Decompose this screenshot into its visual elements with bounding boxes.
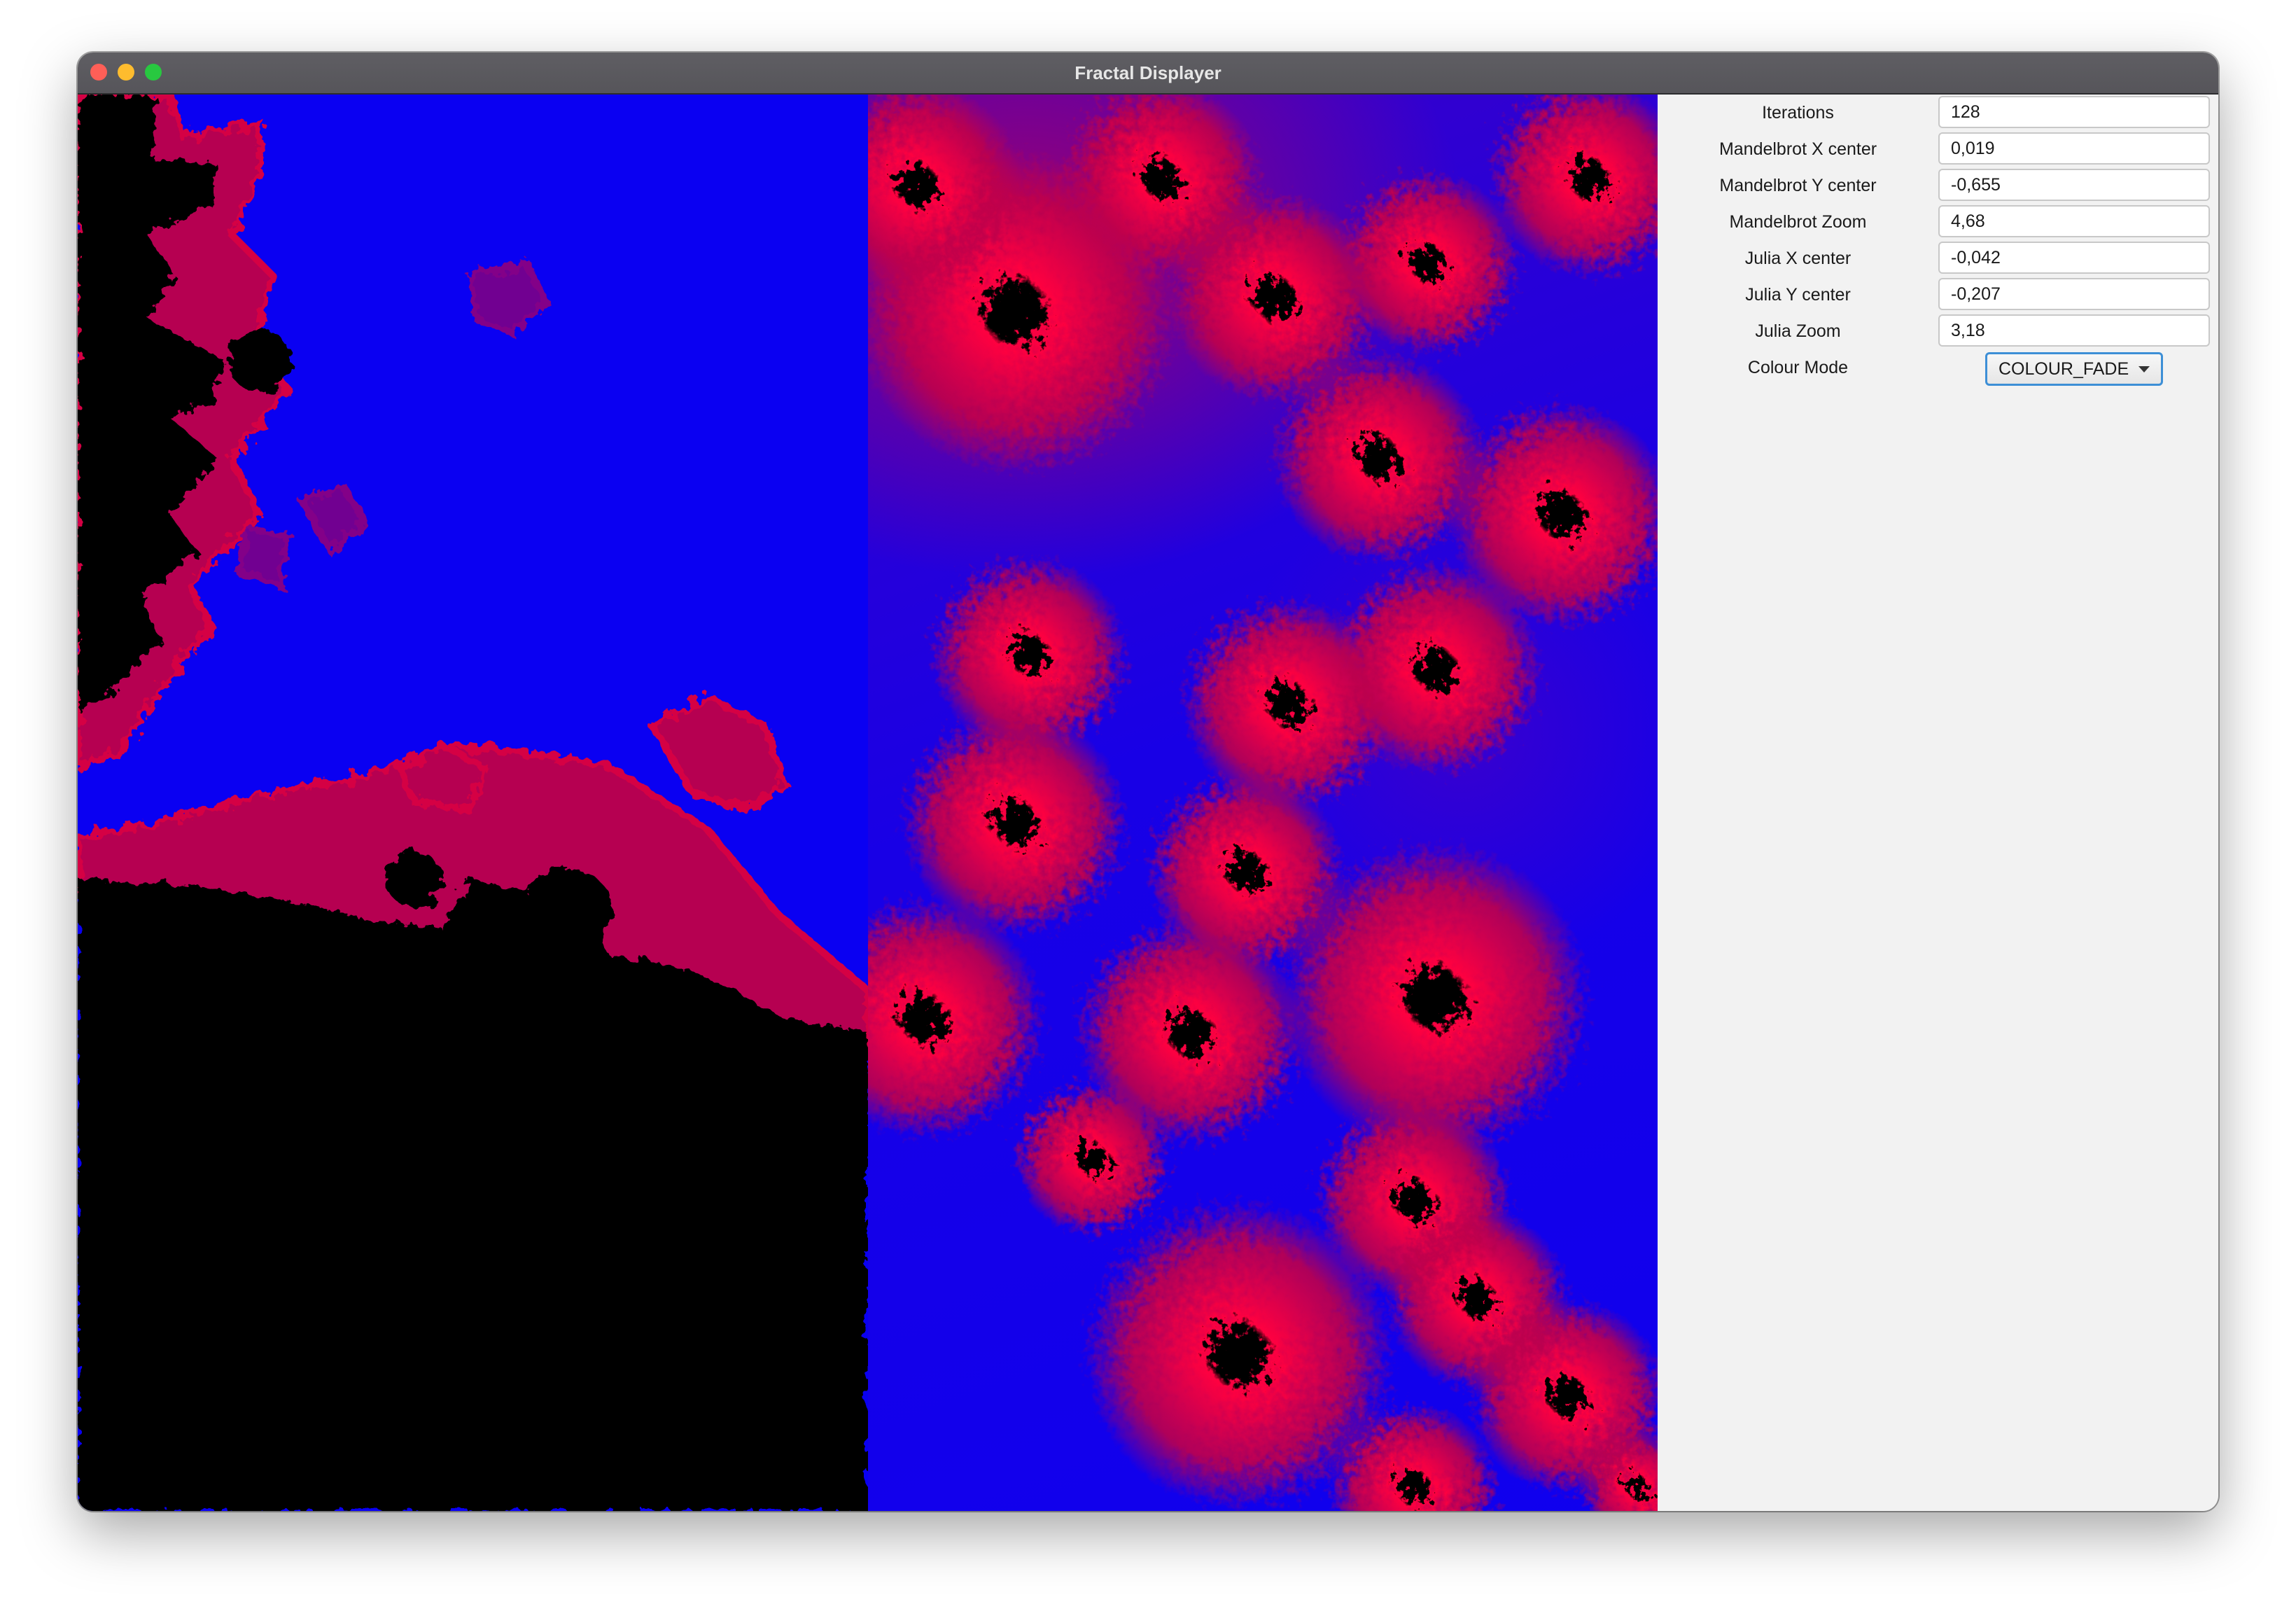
julia-zoom-label: Julia Zoom xyxy=(1755,321,1841,341)
app-window: Fractal Displayer Iterations 128 Mandelb… xyxy=(78,53,2218,1511)
julia-y-row: Julia Y center -0,207 xyxy=(1658,277,2218,313)
colour-mode-value: COLOUR_FADE xyxy=(1998,359,2129,379)
mandelbrot-x-row: Mandelbrot X center 0,019 xyxy=(1658,131,2218,167)
colour-mode-dropdown[interactable]: COLOUR_FADE xyxy=(1985,352,2163,386)
mandelbrot-zoom-row: Mandelbrot Zoom 4,68 xyxy=(1658,204,2218,240)
julia-y-field[interactable]: -0,207 xyxy=(1938,278,2210,310)
mandelbrot-y-label: Mandelbrot Y center xyxy=(1719,176,1877,195)
mandelbrot-zoom-field[interactable]: 4,68 xyxy=(1938,205,2210,237)
controls-panel: Iterations 128 Mandelbrot X center 0,019… xyxy=(1658,95,2218,1511)
colour-mode-row: Colour Mode COLOUR_FADE xyxy=(1658,349,2218,386)
mandelbrot-y-row: Mandelbrot Y center -0,655 xyxy=(1658,167,2218,204)
title-bar[interactable]: Fractal Displayer xyxy=(78,53,2218,95)
julia-x-row: Julia X center -0,042 xyxy=(1658,240,2218,277)
julia-canvas[interactable] xyxy=(868,95,1658,1511)
mandelbrot-zoom-label: Mandelbrot Zoom xyxy=(1729,212,1867,232)
julia-zoom-row: Julia Zoom 3,18 xyxy=(1658,313,2218,349)
mandelbrot-y-field[interactable]: -0,655 xyxy=(1938,169,2210,201)
window-title: Fractal Displayer xyxy=(1074,62,1222,83)
julia-x-label: Julia X center xyxy=(1744,249,1851,268)
julia-render xyxy=(868,95,1658,1511)
iterations-field[interactable]: 128 xyxy=(1938,96,2210,128)
iterations-row: Iterations 128 xyxy=(1658,95,2218,131)
mandelbrot-x-label: Mandelbrot X center xyxy=(1718,139,1877,159)
mandelbrot-render xyxy=(78,95,868,1511)
julia-zoom-field[interactable]: 3,18 xyxy=(1938,314,2210,347)
window-content: Iterations 128 Mandelbrot X center 0,019… xyxy=(78,95,2218,1511)
julia-x-field[interactable]: -0,042 xyxy=(1938,242,2210,274)
mandelbrot-canvas[interactable] xyxy=(78,95,868,1511)
julia-y-label: Julia Y center xyxy=(1745,285,1851,305)
iterations-label: Iterations xyxy=(1762,103,1834,123)
mandelbrot-x-field[interactable]: 0,019 xyxy=(1938,132,2210,165)
chevron-down-icon xyxy=(2138,366,2150,372)
colour-mode-label: Colour Mode xyxy=(1747,358,1849,377)
